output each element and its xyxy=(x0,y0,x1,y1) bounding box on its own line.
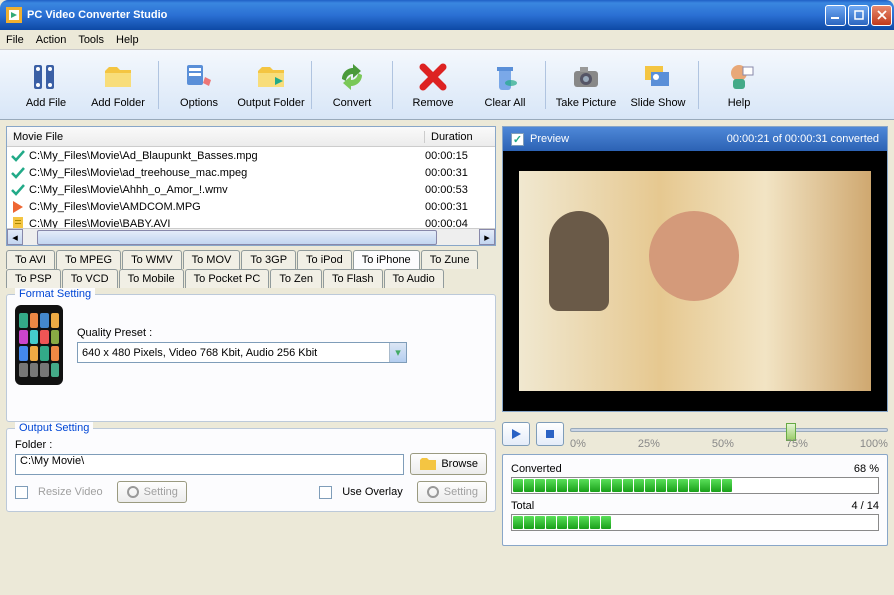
format-setting-group: Format Setting Quality Preset : 640 x 48… xyxy=(6,294,496,422)
table-row[interactable]: C:\My_Files\Movie\BABY.AVI00:00:04 xyxy=(7,215,495,228)
take-picture-button[interactable]: Take Picture xyxy=(550,54,622,116)
total-label: Total xyxy=(511,500,534,512)
tab-to-mov[interactable]: To MOV xyxy=(183,250,241,269)
output-folder-button[interactable]: Output Folder xyxy=(235,54,307,116)
tab-to-audio[interactable]: To Audio xyxy=(384,269,444,288)
tab-to-ipod[interactable]: To iPod xyxy=(297,250,352,269)
preview-label: Preview xyxy=(530,133,569,145)
converted-progressbar xyxy=(511,477,879,494)
stop-button[interactable] xyxy=(536,422,564,446)
tab-to-mpeg[interactable]: To MPEG xyxy=(56,250,121,269)
menu-file[interactable]: File xyxy=(6,34,24,46)
folder-label: Folder : xyxy=(15,439,487,451)
folder-icon xyxy=(419,457,437,471)
tab-to-3gp[interactable]: To 3GP xyxy=(241,250,296,269)
preview-panel: ✓ Preview 00:00:21 of 00:00:31 converted xyxy=(502,126,888,412)
resize-video-checkbox xyxy=(15,486,28,499)
table-row[interactable]: C:\My_Files\Movie\Ahhh_o_Amor_!.wmv00:00… xyxy=(7,181,495,198)
tab-to-zune[interactable]: To Zune xyxy=(421,250,479,269)
clear-all-button[interactable]: Clear All xyxy=(469,54,541,116)
quality-preset-combo[interactable]: 640 x 480 Pixels, Video 768 Kbit, Audio … xyxy=(77,342,407,363)
scroll-right-icon[interactable]: ▸ xyxy=(479,229,495,245)
resize-video-label: Resize Video xyxy=(38,486,103,498)
file-status-icon xyxy=(10,182,26,198)
chevron-down-icon: ▾ xyxy=(389,343,406,362)
close-button[interactable] xyxy=(871,5,892,26)
tab-to-iphone[interactable]: To iPhone xyxy=(353,250,420,269)
tab-to-psp[interactable]: To PSP xyxy=(6,269,61,288)
app-icon xyxy=(6,7,22,23)
minimize-button[interactable] xyxy=(825,5,846,26)
gear-icon xyxy=(426,485,440,499)
total-progressbar xyxy=(511,514,879,531)
column-duration[interactable]: Duration xyxy=(425,131,495,143)
tab-to-zen[interactable]: To Zen xyxy=(270,269,322,288)
scrollbar-thumb[interactable] xyxy=(37,230,437,245)
progress-slider[interactable]: 0%25%50%75%100% xyxy=(570,420,888,448)
remove-button[interactable]: Remove xyxy=(397,54,469,116)
total-value: 4 / 14 xyxy=(851,500,879,512)
tab-to-mobile[interactable]: To Mobile xyxy=(119,269,184,288)
menu-action[interactable]: Action xyxy=(36,34,67,46)
overlay-setting-button: Setting xyxy=(417,481,487,503)
convert-button[interactable]: Convert xyxy=(316,54,388,116)
tab-to-wmv[interactable]: To WMV xyxy=(122,250,182,269)
scroll-left-icon[interactable]: ◂ xyxy=(7,229,23,245)
browse-button[interactable]: Browse xyxy=(410,453,487,475)
use-overlay-label: Use Overlay xyxy=(342,486,403,498)
preview-checkbox[interactable]: ✓ xyxy=(511,133,524,146)
tab-to-avi[interactable]: To AVI xyxy=(6,250,55,269)
file-status-icon xyxy=(10,199,26,215)
output-setting-group: Output Setting Folder : C:\My Movie\ Bro… xyxy=(6,428,496,512)
add-folder-button[interactable]: Add Folder xyxy=(82,54,154,116)
menu-bar: File Action Tools Help xyxy=(0,30,894,50)
horizontal-scrollbar[interactable]: ◂ ▸ xyxy=(7,228,495,245)
tab-to-vcd[interactable]: To VCD xyxy=(62,269,118,288)
file-status-icon xyxy=(10,148,26,164)
play-button[interactable] xyxy=(502,422,530,446)
table-row[interactable]: C:\My_Files\Movie\Ad_Blaupunkt_Basses.mp… xyxy=(7,147,495,164)
use-overlay-checkbox[interactable] xyxy=(319,486,332,499)
toolbar: Add File Add Folder Options Output Folde… xyxy=(0,50,894,120)
preview-video xyxy=(519,171,871,391)
converted-label: Converted xyxy=(511,463,562,475)
playback-controls: 0%25%50%75%100% xyxy=(502,418,888,448)
window-title: PC Video Converter Studio xyxy=(27,9,825,21)
title-bar: PC Video Converter Studio xyxy=(0,0,894,30)
output-folder-input[interactable]: C:\My Movie\ xyxy=(15,454,404,475)
file-status-icon xyxy=(10,165,26,181)
tab-to-pocket-pc[interactable]: To Pocket PC xyxy=(185,269,270,288)
file-list[interactable]: Movie File Duration C:\My_Files\Movie\Ad… xyxy=(6,126,496,246)
table-row[interactable]: C:\My_Files\Movie\ad_treehouse_mac.mpeg0… xyxy=(7,164,495,181)
maximize-button[interactable] xyxy=(848,5,869,26)
options-button[interactable]: Options xyxy=(163,54,235,116)
file-status-icon xyxy=(10,216,26,229)
format-tabs: To PSPTo VCDTo MobileTo Pocket PCTo ZenT… xyxy=(6,250,496,288)
tab-to-flash[interactable]: To Flash xyxy=(323,269,383,288)
add-file-button[interactable]: Add File xyxy=(10,54,82,116)
slide-show-button[interactable]: Slide Show xyxy=(622,54,694,116)
column-movie-file[interactable]: Movie File xyxy=(7,131,425,143)
menu-tools[interactable]: Tools xyxy=(78,34,104,46)
gear-icon xyxy=(126,485,140,499)
converted-value: 68 % xyxy=(854,463,879,475)
quality-preset-label: Quality Preset : xyxy=(77,327,407,339)
progress-panel: Converted 68 % Total 4 / 14 xyxy=(502,454,888,546)
preview-time: 00:00:21 of 00:00:31 converted xyxy=(727,133,879,145)
help-button[interactable]: Help xyxy=(703,54,775,116)
menu-help[interactable]: Help xyxy=(116,34,139,46)
table-row[interactable]: C:\My_Files\Movie\AMDCOM.MPG00:00:31 xyxy=(7,198,495,215)
resize-setting-button: Setting xyxy=(117,481,187,503)
iphone-icon xyxy=(15,305,63,385)
